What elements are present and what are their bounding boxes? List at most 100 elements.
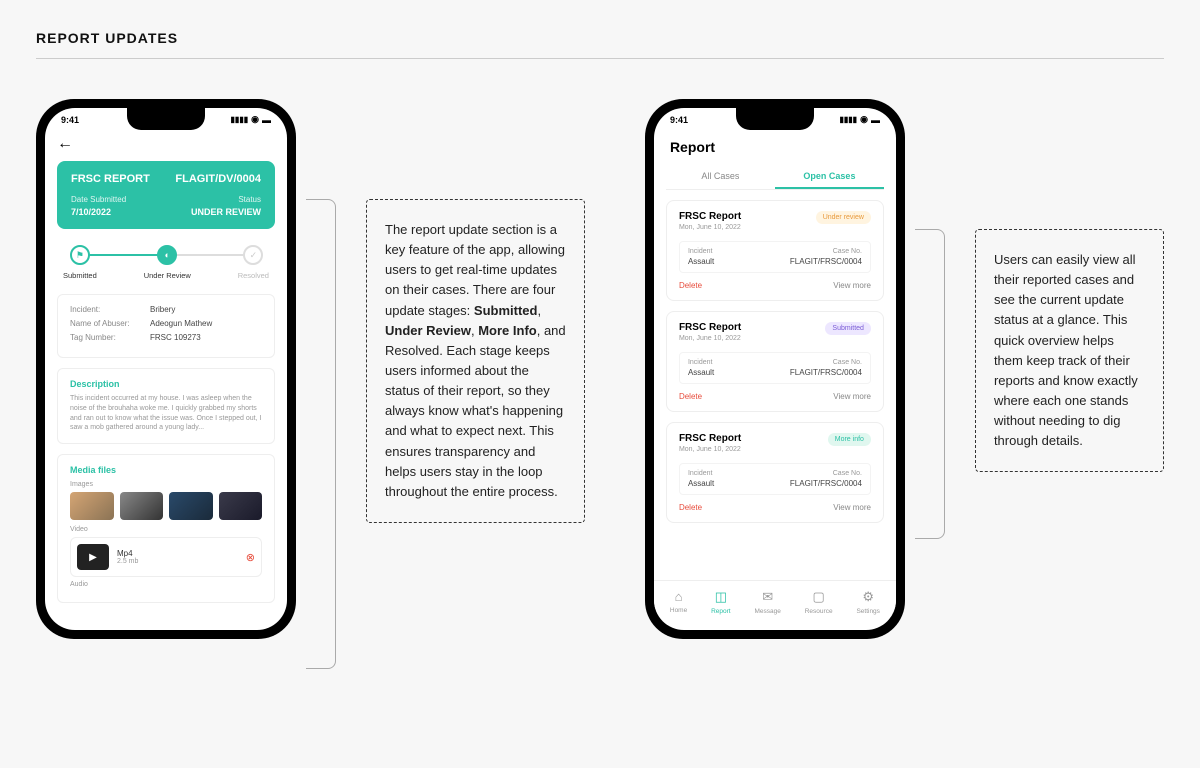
step-resolved-label: Resolved: [238, 271, 269, 280]
view-more-link[interactable]: View more: [833, 281, 871, 290]
video-label: Video: [70, 526, 262, 533]
nav-resource[interactable]: ▢Resource: [805, 589, 833, 615]
phone-notch: [736, 108, 814, 130]
callout-1: The report update section is a key featu…: [366, 199, 585, 523]
step-submitted-label: Submitted: [63, 271, 97, 280]
tabs: All Cases Open Cases: [666, 165, 884, 190]
delete-link[interactable]: Delete: [679, 281, 702, 290]
report-id: FLAGIT/DV/0004: [175, 173, 261, 185]
image-thumbnail[interactable]: [70, 492, 114, 520]
view-more-link[interactable]: View more: [833, 392, 871, 401]
bottom-nav: ⌂Home ◫Report ✉Message ▢Resource ⚙Settin…: [654, 580, 896, 625]
incident-label: Incident: [688, 248, 714, 255]
status-value: UNDER REVIEW: [191, 207, 261, 217]
status-icons: ▮▮▮▮ ◉ ▬: [231, 114, 271, 125]
signal-icon: ▮▮▮▮: [839, 115, 857, 124]
date-value: 7/10/2022: [71, 207, 126, 217]
delete-link[interactable]: Delete: [679, 503, 702, 512]
nav-home[interactable]: ⌂Home: [670, 589, 687, 615]
status-icons: ▮▮▮▮ ◉ ▬: [839, 114, 879, 125]
delete-video-icon[interactable]: ⊗: [246, 551, 255, 564]
message-icon: ✉: [762, 589, 773, 605]
tag-label: Tag Number:: [70, 333, 150, 342]
status-time: 9:41: [61, 115, 79, 125]
tab-all-cases[interactable]: All Cases: [666, 165, 775, 189]
caseno-value: FLAGIT/FRSC/0004: [790, 257, 862, 266]
cases-list: FRSC Report Mon, June 10, 2022 Under rev…: [666, 200, 884, 523]
settings-icon: ⚙: [862, 589, 874, 605]
view-more-link[interactable]: View more: [833, 503, 871, 512]
caseno-label: Case No.: [790, 248, 862, 255]
tab-open-cases[interactable]: Open Cases: [775, 165, 884, 189]
caseno-label: Case No.: [790, 359, 862, 366]
media-title: Media files: [70, 465, 262, 475]
incident-info: Incident:Bribery Name of Abuser:Adeogun …: [57, 294, 275, 358]
video-name: Mp4: [117, 549, 238, 558]
audio-label: Audio: [70, 581, 262, 588]
report-icon: ◫: [715, 589, 727, 605]
back-button[interactable]: ←: [57, 131, 275, 161]
delete-link[interactable]: Delete: [679, 392, 702, 401]
image-thumbnail[interactable]: [169, 492, 213, 520]
section-title: REPORT UPDATES: [0, 0, 1200, 58]
images-label: Images: [70, 481, 262, 488]
nav-settings[interactable]: ⚙Settings: [856, 589, 880, 615]
case-date: Mon, June 10, 2022: [679, 335, 741, 342]
incident-value: Assault: [688, 257, 714, 266]
divider: [36, 58, 1164, 59]
phone-notch: [127, 108, 205, 130]
nav-message[interactable]: ✉Message: [754, 589, 780, 615]
case-date: Mon, June 10, 2022: [679, 224, 741, 231]
case-card[interactable]: FRSC Report Mon, June 10, 2022 Submitted…: [666, 311, 884, 412]
page-title: Report: [666, 131, 884, 165]
incident-value: Assault: [688, 479, 714, 488]
step-submitted-icon: ⚑: [70, 245, 90, 265]
incident-label: Incident: [688, 359, 714, 366]
step-resolved-icon: ✓: [243, 245, 263, 265]
status-badge: More info: [828, 433, 871, 446]
caseno-value: FLAGIT/FRSC/0004: [790, 479, 862, 488]
home-icon: ⌂: [675, 589, 683, 604]
connector-line: [915, 229, 945, 539]
phone-mockup-1: 9:41 ▮▮▮▮ ◉ ▬ ← FRSC REPORT FLAGIT/DV/00…: [36, 99, 296, 639]
case-date: Mon, June 10, 2022: [679, 446, 741, 453]
incident-label: Incident:: [70, 305, 150, 314]
battery-icon: ▬: [871, 115, 880, 125]
case-card[interactable]: FRSC Report Mon, June 10, 2022 More info…: [666, 422, 884, 523]
description-box: Description This incident occurred at my…: [57, 368, 275, 444]
wifi-icon: ◉: [860, 114, 868, 125]
image-thumbnail[interactable]: [120, 492, 164, 520]
date-label: Date Submitted: [71, 195, 126, 204]
status-time: 9:41: [670, 115, 688, 125]
incident-value: Assault: [688, 368, 714, 377]
image-thumbnail[interactable]: [219, 492, 263, 520]
case-name: FRSC Report: [679, 433, 741, 444]
step-review-label: Under Review: [144, 271, 191, 280]
abuser-label: Name of Abuser:: [70, 319, 150, 328]
nav-report[interactable]: ◫Report: [711, 589, 731, 615]
signal-icon: ▮▮▮▮: [231, 115, 249, 124]
callout-2: Users can easily view all their reported…: [975, 229, 1164, 472]
play-icon: ▶: [77, 544, 109, 570]
status-label: Status: [191, 195, 261, 204]
progress-steps: ⚑ Submitted ◐ Under Review ✓ Resolved: [63, 245, 269, 280]
status-badge: Under review: [816, 211, 871, 224]
phone-mockup-2: 9:41 ▮▮▮▮ ◉ ▬ Report All Cases Open Case…: [645, 99, 905, 639]
case-card[interactable]: FRSC Report Mon, June 10, 2022 Under rev…: [666, 200, 884, 301]
abuser-value: Adeogun Mathew: [150, 319, 212, 328]
resource-icon: ▢: [813, 589, 825, 605]
case-name: FRSC Report: [679, 211, 741, 222]
case-name: FRSC Report: [679, 322, 741, 333]
caseno-label: Case No.: [790, 470, 862, 477]
tag-value: FRSC 109273: [150, 333, 201, 342]
video-size: 2.5 mb: [117, 558, 238, 565]
wifi-icon: ◉: [251, 114, 259, 125]
description-text: This incident occurred at my house. I wa…: [70, 394, 262, 433]
media-box: Media files Images Video ▶ Mp4 2.5 mb: [57, 454, 275, 603]
report-header-card: FRSC REPORT FLAGIT/DV/0004 Date Submitte…: [57, 161, 275, 229]
description-title: Description: [70, 379, 262, 389]
report-title: FRSC REPORT: [71, 173, 150, 185]
caseno-value: FLAGIT/FRSC/0004: [790, 368, 862, 377]
video-item[interactable]: ▶ Mp4 2.5 mb ⊗: [70, 537, 262, 577]
step-review-icon: ◐: [157, 245, 177, 265]
